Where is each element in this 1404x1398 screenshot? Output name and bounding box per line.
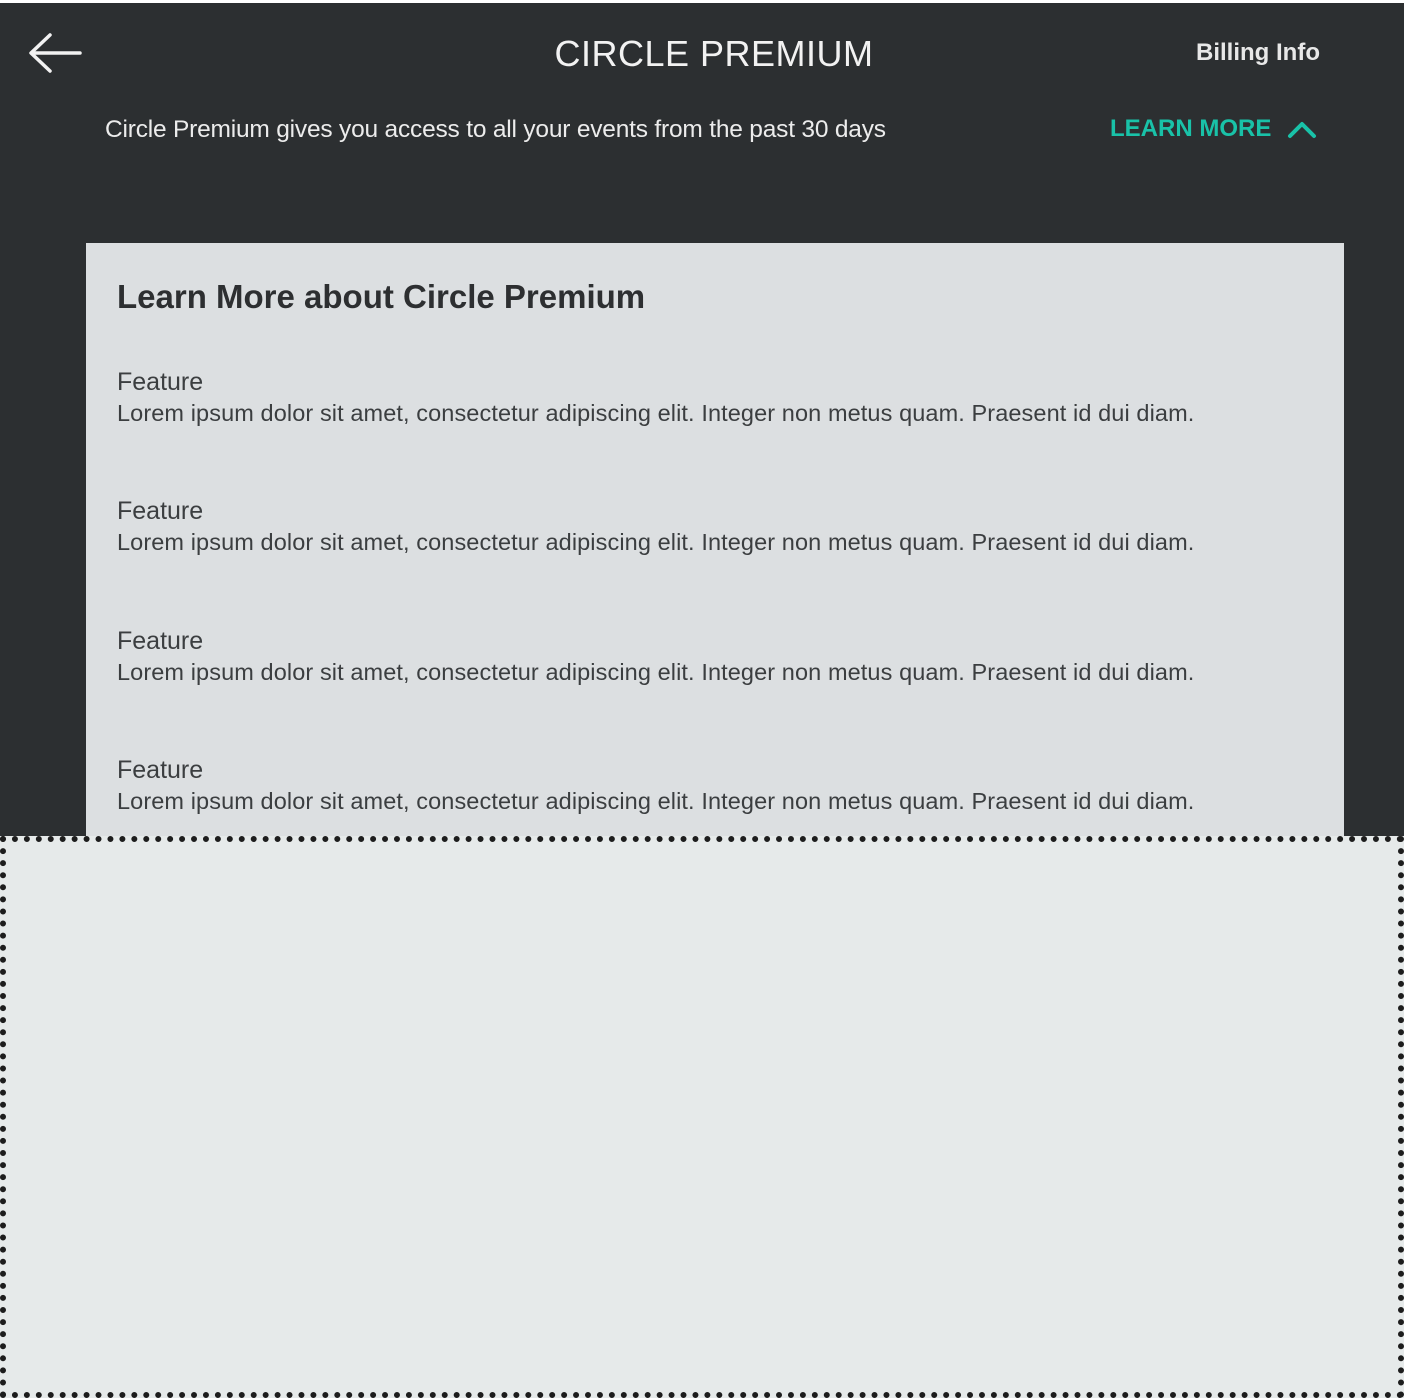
chevron-up-icon (1288, 122, 1317, 138)
billing-info-link[interactable]: Billing Info (1196, 39, 1320, 67)
placeholder-area (0, 836, 1404, 1398)
feature-description: Lorem ipsum dolor sit amet, consectetur … (117, 529, 1195, 555)
learn-more-label: LEARN MORE (1110, 115, 1272, 142)
feature-name: Feature (117, 756, 204, 784)
feature-name: Feature (117, 368, 204, 396)
feature-description: Lorem ipsum dolor sit amet, consectetur … (117, 400, 1195, 426)
premium-panel: CIRCLE PREMIUM Billing Info Circle Premi… (0, 3, 1404, 836)
learn-more-toggle[interactable]: LEARN MORE (1110, 115, 1317, 143)
feature-item: Feature Lorem ipsum dolor sit amet, cons… (117, 367, 1297, 429)
premium-subtitle: Circle Premium gives you access to all y… (105, 116, 886, 143)
feature-description: Lorem ipsum dolor sit amet, consectetur … (117, 788, 1195, 814)
circle-premium-screen: CIRCLE PREMIUM Billing Info Circle Premi… (0, 0, 1404, 1398)
page-title: CIRCLE PREMIUM (554, 33, 874, 74)
feature-item: Feature Lorem ipsum dolor sit amet, cons… (117, 755, 1297, 817)
card-title: Learn More about Circle Premium (117, 278, 646, 315)
learn-more-card: Learn More about Circle Premium Feature … (86, 243, 1344, 836)
feature-description: Lorem ipsum dolor sit amet, consectetur … (117, 659, 1195, 685)
feature-name: Feature (117, 627, 204, 655)
feature-item: Feature Lorem ipsum dolor sit amet, cons… (117, 496, 1297, 558)
feature-name: Feature (117, 497, 204, 525)
feature-item: Feature Lorem ipsum dolor sit amet, cons… (117, 626, 1297, 688)
